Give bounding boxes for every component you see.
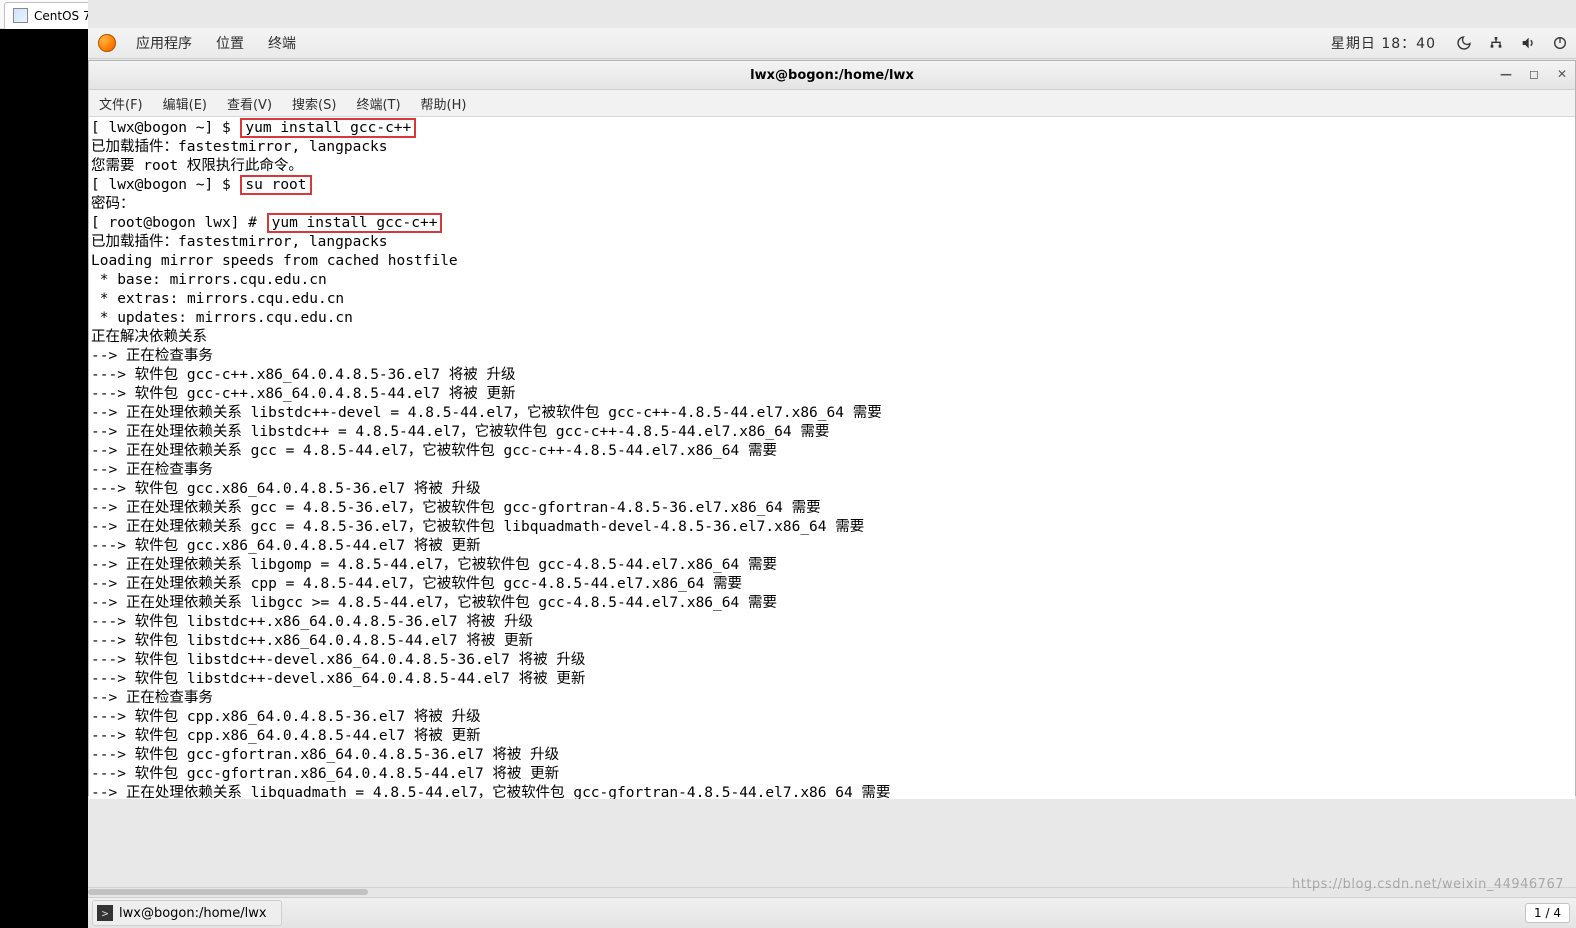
gnome-taskbar: lwx@bogon:/home/lwx 1 / 4 [88,897,1576,928]
t-line-28: ---> 软件包 libstdc++.x86_64.0.4.8.5-44.el7… [91,633,533,649]
window-close-icon[interactable]: ✕ [1553,65,1571,83]
t-line-04: [ lwx@bogon ~] $ su root [91,177,313,193]
menu-terminal-menu[interactable]: 终端(T) [346,90,410,116]
t-line-30: ---> 软件包 libstdc++-devel.x86_64.0.4.8.5-… [91,671,585,687]
menu-view-label: 查看(V) [227,94,272,113]
workspace-label: 1 / 4 [1534,906,1561,920]
menu-edit-label: 编辑(E) [163,94,207,113]
t-line-06: [ root@bogon lwx] # yum install gcc-c++ [91,215,443,231]
t-line-23: ---> 软件包 gcc.x86_64.0.4.8.5-44.el7 将被 更新 [91,538,481,554]
t-line-18: --> 正在处理依赖关系 gcc = 4.8.5-44.el7，它被软件包 gc… [91,443,777,459]
gnome-top-bar: 应用程序 位置 终端 星期日 18：40 [88,28,1576,59]
highlight-yum-user: yum install gcc-c++ [240,118,416,138]
highlight-yum-root: yum install gcc-c++ [267,213,443,233]
t-line-11: * updates: mirrors.cqu.edu.cn [91,310,353,326]
menu-help[interactable]: 帮助(H) [411,90,477,116]
menu-places[interactable]: 位置 [204,28,256,58]
t-line-14: ---> 软件包 gcc-c++.x86_64.0.4.8.5-36.el7 将… [91,367,516,383]
menu-search[interactable]: 搜索(S) [282,90,346,116]
terminal-icon [97,905,113,921]
t-line-16: --> 正在处理依赖关系 libstdc++-devel = 4.8.5-44.… [91,405,882,421]
window-title: lwx@bogon:/home/lwx [750,68,914,83]
menu-search-label: 搜索(S) [292,94,336,113]
t-line-20: ---> 软件包 gcc.x86_64.0.4.8.5-36.el7 将被 升级 [91,481,481,497]
t-line-15: ---> 软件包 gcc-c++.x86_64.0.4.8.5-44.el7 将… [91,386,516,402]
t-line-27: ---> 软件包 libstdc++.x86_64.0.4.8.5-36.el7… [91,614,533,630]
t-line-05: 密码： [91,196,135,212]
t-line-01: [ lwx@bogon ~] $ yum install gcc-c++ [91,120,417,136]
scroll-thumb[interactable] [88,889,368,895]
t-line-26: --> 正在处理依赖关系 libgcc >= 4.8.5-44.el7，它被软件… [91,595,777,611]
clock[interactable]: 星期日 18：40 [1319,33,1448,53]
t-line-24: --> 正在处理依赖关系 libgomp = 4.8.5-44.el7，它被软件… [91,557,777,573]
menu-edit[interactable]: 编辑(E) [153,90,217,116]
t-line-03: 您需要 root 权限执行此命令。 [91,158,303,174]
t-line-35: ---> 软件包 gcc-gfortran.x86_64.0.4.8.5-44.… [91,766,559,782]
t-line-29: ---> 软件包 libstdc++-devel.x86_64.0.4.8.5-… [91,652,585,668]
watermark-text: https://blog.csdn.net/weixin_44946767 [1292,877,1564,892]
terminal-window: lwx@bogon:/home/lwx — ◻ ✕ 文件(F) 编辑(E) 查看… [88,60,1576,796]
vm-black-sidebar [0,0,88,928]
t-line-21: --> 正在处理依赖关系 gcc = 4.8.5-36.el7，它被软件包 gc… [91,500,821,516]
clock-label: 星期日 18：40 [1331,36,1436,52]
highlight-su-root: su root [240,175,311,195]
menu-places-label: 位置 [216,33,244,53]
menu-file-label: 文件(F) [99,94,143,113]
t-line-19: --> 正在检查事务 [91,462,213,478]
window-minimize-icon[interactable]: — [1497,65,1515,83]
t-line-02: 已加载插件：fastestmirror, langpacks [91,139,388,155]
menu-view[interactable]: 查看(V) [217,90,282,116]
t-line-13: --> 正在检查事务 [91,348,213,364]
menu-terminal-menu-label: 终端(T) [356,94,400,113]
menu-file[interactable]: 文件(F) [89,90,153,116]
window-titlebar[interactable]: lwx@bogon:/home/lwx — ◻ ✕ [89,61,1575,90]
menu-help-label: 帮助(H) [421,94,467,113]
t-line-17: --> 正在处理依赖关系 libstdc++ = 4.8.5-44.el7，它被… [91,424,829,440]
workspace-indicator[interactable]: 1 / 4 [1525,903,1570,923]
activities-icon[interactable] [98,34,116,52]
menu-applications-label: 应用程序 [136,33,192,53]
t-line-07: 已加载插件：fastestmirror, langpacks [91,234,388,250]
t-line-31: --> 正在检查事务 [91,690,213,706]
taskbar-terminal-button[interactable]: lwx@bogon:/home/lwx [92,900,282,926]
t-line-09: * base: mirrors.cqu.edu.cn [91,272,327,288]
volume-icon[interactable] [1519,34,1537,52]
t-line-36: --> 正在处理依赖关系 libquadmath = 4.8.5-44.el7，… [91,785,890,799]
guest-desktop: 应用程序 位置 终端 星期日 18：40 lwx@bogon:/home/lwx… [88,0,1576,928]
t-line-25: --> 正在处理依赖关系 cpp = 4.8.5-44.el7，它被软件包 gc… [91,576,742,592]
menu-terminal-label: 终端 [268,33,296,53]
menu-applications[interactable]: 应用程序 [124,28,204,58]
t-line-10: * extras: mirrors.cqu.edu.cn [91,291,344,307]
t-line-12: 正在解决依赖关系 [91,329,207,345]
t-line-22: --> 正在处理依赖关系 gcc = 4.8.5-36.el7，它被软件包 li… [91,519,864,535]
vm-monitor-icon [13,8,28,23]
menu-terminal[interactable]: 终端 [256,28,308,58]
t-line-33: ---> 软件包 cpp.x86_64.0.4.8.5-44.el7 将被 更新 [91,728,481,744]
taskbar-terminal-label: lwx@bogon:/home/lwx [119,906,267,921]
t-line-32: ---> 软件包 cpp.x86_64.0.4.8.5-36.el7 将被 升级 [91,709,481,725]
power-icon[interactable] [1551,34,1569,52]
network-icon[interactable] [1487,34,1505,52]
t-line-34: ---> 软件包 gcc-gfortran.x86_64.0.4.8.5-36.… [91,747,559,763]
terminal-menubar: 文件(F) 编辑(E) 查看(V) 搜索(S) 终端(T) 帮助(H) [89,90,1575,117]
night-mode-icon[interactable] [1455,34,1473,52]
t-line-08: Loading mirror speeds from cached hostfi… [91,253,458,269]
terminal-output[interactable]: [ lwx@bogon ~] $ yum install gcc-c++ 已加载… [89,117,1575,799]
window-maximize-icon[interactable]: ◻ [1525,65,1543,83]
